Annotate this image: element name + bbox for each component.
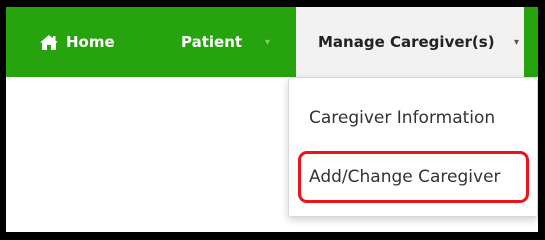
nav-manage-label: Manage Caregiver(s) xyxy=(318,33,495,51)
nav-patient[interactable]: Patient xyxy=(181,7,242,77)
menu-item-caregiver-information[interactable]: Caregiver Information xyxy=(309,108,495,128)
nav-manage-caregivers[interactable]: Manage Caregiver(s) xyxy=(296,7,524,77)
menu-item-add-change-caregiver[interactable]: Add/Change Caregiver xyxy=(309,167,501,187)
patient-caret-icon[interactable]: ▾ xyxy=(265,7,270,77)
home-icon xyxy=(39,34,59,51)
manage-caret-icon[interactable]: ▾ xyxy=(514,7,519,77)
top-navbar: Home Patient ▾ Manage Caregiver(s) ▾ xyxy=(6,7,538,77)
nav-home-label: Home xyxy=(66,33,115,51)
nav-patient-label: Patient xyxy=(181,33,243,51)
nav-home[interactable]: Home xyxy=(39,7,115,77)
app-frame: Home Patient ▾ Manage Caregiver(s) ▾ Car… xyxy=(6,7,538,232)
manage-caregivers-dropdown: Caregiver Information Add/Change Caregiv… xyxy=(288,77,538,217)
